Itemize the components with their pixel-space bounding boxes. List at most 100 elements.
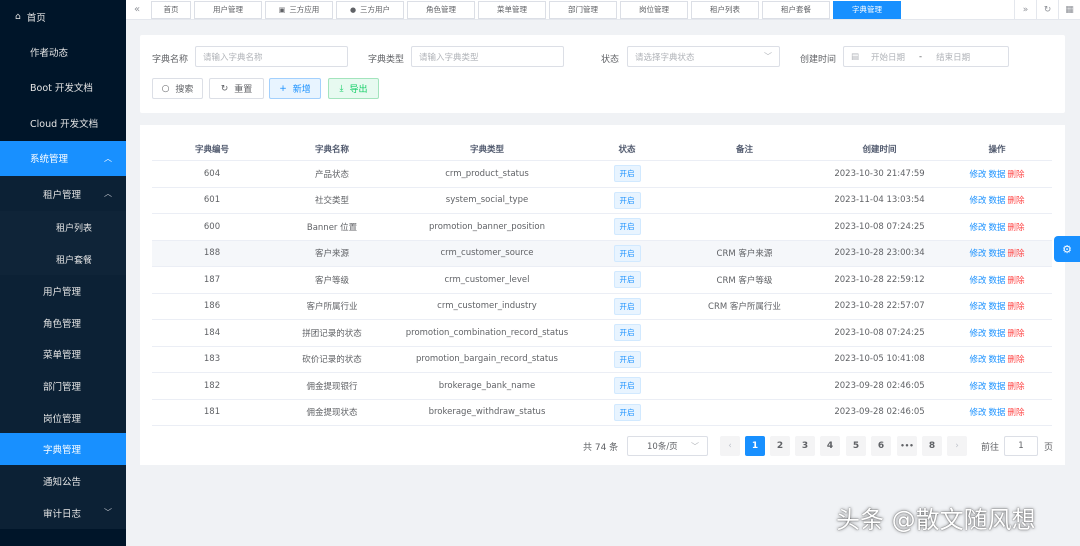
tab-tenant-package[interactable]: 租户套餐 (762, 0, 830, 19)
tab-depts[interactable]: 部门管理 (549, 0, 617, 19)
table-row[interactable]: 186 客户所属行业 crm_customer_industry 开启 CRM 客户所属… (152, 294, 1052, 320)
page-button-8[interactable]: 8 (922, 436, 942, 456)
edit-link[interactable]: 修改 (969, 274, 986, 286)
table-row[interactable]: 183 砍价记录的状态 promotion_bargain_record_statu… (152, 347, 1052, 373)
data-link[interactable]: 数据 (988, 247, 1005, 259)
sidebar-item-dict[interactable]: 字典管理 (0, 433, 126, 466)
cell-type[interactable]: promotion_banner_position (392, 214, 582, 240)
cell-type[interactable]: crm_customer_industry (392, 294, 582, 320)
tab-roles[interactable]: 角色管理 (407, 0, 475, 19)
cell-type[interactable]: brokerage_bank_name (392, 373, 582, 399)
delete-link[interactable]: 删除 (1008, 353, 1025, 365)
export-button[interactable]: ⤓ 导出 (328, 78, 379, 99)
next-page-button[interactable]: › (947, 436, 967, 456)
delete-link[interactable]: 删除 (1008, 247, 1025, 259)
delete-link[interactable]: 删除 (1008, 380, 1025, 392)
cell-type[interactable]: brokerage_withdraw_status (392, 400, 582, 426)
delete-link[interactable]: 删除 (1008, 168, 1025, 180)
page-button-2[interactable]: 2 (770, 436, 790, 456)
sidebar-item-boot-docs[interactable]: Boot 开发文档 (0, 70, 126, 106)
tab-third-apps[interactable]: ▣ 三方应用 (265, 0, 333, 19)
tab-home[interactable]: 首页 (151, 0, 191, 19)
sidebar-item-home[interactable]: ⌂ 首页 (0, 0, 126, 34)
edit-link[interactable]: 修改 (969, 380, 986, 392)
edit-link[interactable]: 修改 (969, 353, 986, 365)
status-select[interactable]: 请选择字典状态 ﹀ (627, 46, 780, 67)
edit-link[interactable]: 修改 (969, 406, 986, 418)
data-link[interactable]: 数据 (988, 327, 1005, 339)
sidebar-item-author-news[interactable]: 作者动态 (0, 34, 126, 70)
table-row[interactable]: 601 社交类型 system_social_type 开启 2023-11-04 13… (152, 188, 1052, 214)
tabs-scroll-right-icon[interactable]: » (1014, 0, 1036, 20)
data-link[interactable]: 数据 (988, 380, 1005, 392)
data-link[interactable]: 数据 (988, 194, 1005, 206)
search-button[interactable]: ○ 搜索 (152, 78, 203, 99)
tab-third-users[interactable]: ● 三方用户 (336, 0, 404, 19)
table-row[interactable]: 181 佣金提现状态 brokerage_withdraw_status 开启 2023… (152, 400, 1052, 426)
data-link[interactable]: 数据 (988, 300, 1005, 312)
cell-type[interactable]: system_social_type (392, 188, 582, 214)
page-button-4[interactable]: 4 (820, 436, 840, 456)
dict-type-input[interactable]: 请输入字典类型 (411, 46, 564, 67)
sidebar-item-tenant-list[interactable]: 租户列表 (0, 211, 126, 243)
table-row[interactable]: 184 拼团记录的状态 promotion_combination_record_s… (152, 320, 1052, 347)
page-button-6[interactable]: 6 (871, 436, 891, 456)
prev-page-button[interactable]: ‹ (720, 436, 740, 456)
grid-icon[interactable]: ▦ (1058, 0, 1080, 20)
data-link[interactable]: 数据 (988, 406, 1005, 418)
cell-type[interactable]: crm_customer_source (392, 241, 582, 267)
sidebar-item-tenant[interactable]: 租户管理 ︿ (0, 176, 126, 211)
sidebar-item-users[interactable]: 用户管理 (0, 275, 126, 307)
edit-link[interactable]: 修改 (969, 327, 986, 339)
table-row[interactable]: 182 佣金提现银行 brokerage_bank_name 开启 2023-09-28… (152, 373, 1052, 400)
cell-type[interactable]: crm_product_status (392, 161, 582, 187)
cell-type[interactable]: promotion_bargain_record_status (392, 347, 582, 373)
delete-link[interactable]: 删除 (1008, 406, 1025, 418)
sidebar-item-posts[interactable]: 岗位管理 (0, 401, 126, 434)
reset-button[interactable]: ↻ 重置 (209, 78, 264, 99)
refresh-icon[interactable]: ↻ (1036, 0, 1058, 20)
sidebar-item-depts[interactable]: 部门管理 (0, 370, 126, 402)
table-row[interactable]: 187 客户等级 crm_customer_level 开启 CRM 客户等级 2023-… (152, 267, 1052, 294)
sidebar-item-cloud-docs[interactable]: Cloud 开发文档 (0, 105, 126, 141)
sidebar-item-menus[interactable]: 菜单管理 (0, 338, 126, 371)
cell-type[interactable]: crm_customer_level (392, 267, 582, 293)
dict-name-input[interactable]: 请输入字典名称 (195, 46, 348, 67)
page-button-5[interactable]: 5 (846, 436, 866, 456)
sidebar-item-tenant-package[interactable]: 租户套餐 (0, 243, 126, 275)
tab-tenant-list[interactable]: 租户列表 (691, 0, 759, 19)
tab-posts[interactable]: 岗位管理 (620, 0, 688, 19)
page-jump-input[interactable]: 1 (1004, 436, 1038, 456)
table-row[interactable]: 600 Banner 位置 promotion_banner_position 开启 2… (152, 214, 1052, 241)
sidebar-item-notice[interactable]: 通知公告 (0, 465, 126, 497)
tab-dict[interactable]: 字典管理 (833, 0, 901, 19)
edit-link[interactable]: 修改 (969, 221, 986, 233)
table-row[interactable]: 604 产品状态 crm_product_status 开启 2023-10-30 21… (152, 161, 1052, 188)
page-ellipsis[interactable]: ••• (897, 436, 917, 456)
tab-menus[interactable]: 菜单管理 (478, 0, 546, 19)
page-button-3[interactable]: 3 (795, 436, 815, 456)
delete-link[interactable]: 删除 (1008, 327, 1025, 339)
data-link[interactable]: 数据 (988, 274, 1005, 286)
sidebar-item-roles[interactable]: 角色管理 (0, 306, 126, 339)
data-link[interactable]: 数据 (988, 221, 1005, 233)
edit-link[interactable]: 修改 (969, 300, 986, 312)
cell-type[interactable]: promotion_combination_record_status (392, 320, 582, 346)
data-link[interactable]: 数据 (988, 353, 1005, 365)
edit-link[interactable]: 修改 (969, 168, 986, 180)
page-button-1[interactable]: 1 (745, 436, 765, 456)
edit-link[interactable]: 修改 (969, 194, 986, 206)
table-row[interactable]: 188 客户来源 crm_customer_source 开启 CRM 客户来源 2023… (152, 240, 1052, 267)
data-link[interactable]: 数据 (988, 168, 1005, 180)
edit-link[interactable]: 修改 (969, 247, 986, 259)
page-size-select[interactable]: 10条/页 ﹀ (627, 436, 708, 456)
sidebar-item-system[interactable]: 系统管理 ︿ (0, 140, 126, 176)
tab-users[interactable]: 用户管理 (194, 0, 262, 19)
sidebar-item-audit[interactable]: 审计日志 ﹀ (0, 496, 126, 529)
tabs-scroll-left-icon[interactable]: « (126, 4, 148, 15)
delete-link[interactable]: 删除 (1008, 300, 1025, 312)
delete-link[interactable]: 删除 (1008, 221, 1025, 233)
date-range-picker[interactable]: ▤ 开始日期 - 结束日期 (843, 46, 1009, 67)
delete-link[interactable]: 删除 (1008, 274, 1025, 286)
add-button[interactable]: + 新增 (269, 78, 321, 99)
